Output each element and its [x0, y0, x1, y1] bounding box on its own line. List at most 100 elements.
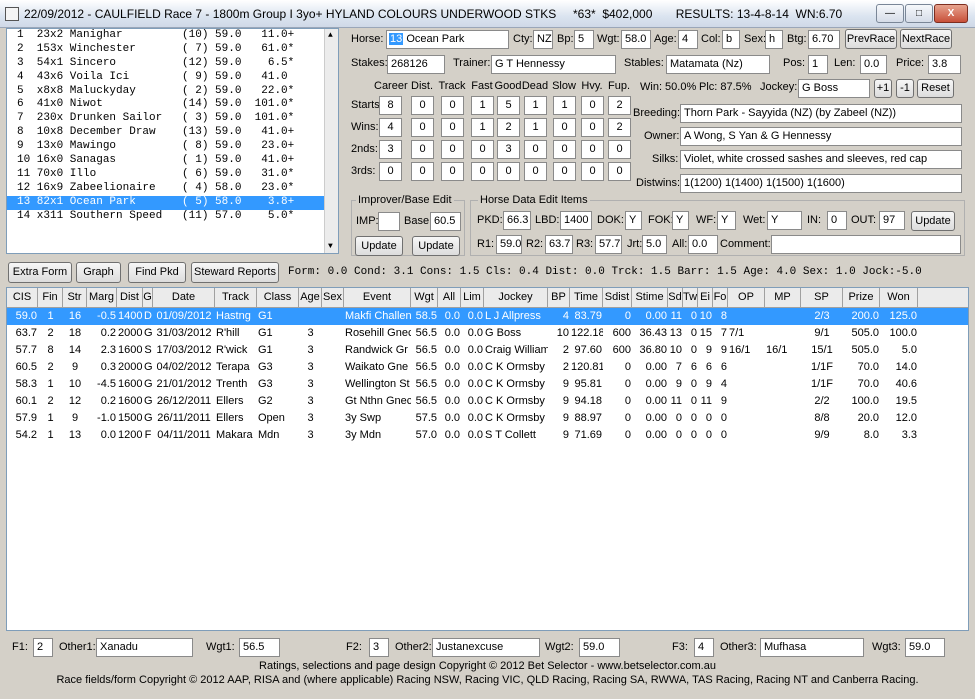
- scroll-down-icon[interactable]: ▼: [328, 242, 333, 251]
- pos-field[interactable]: 1: [808, 55, 828, 74]
- grid-column-header[interactable]: Sex: [322, 288, 344, 307]
- table-row[interactable]: 59.0 1 16 -0.5 1400 D 01/09/2012 Hastng G1 Makfi …: [7, 308, 968, 325]
- career-cell[interactable]: 4: [379, 118, 402, 137]
- runner-row[interactable]: 1 23x2 Manighar (10) 59.0 11.0+: [7, 29, 338, 43]
- next-race-button[interactable]: NextRace: [900, 29, 952, 49]
- stables-field[interactable]: Matamata (Nz): [666, 55, 770, 74]
- grid-column-header[interactable]: Prize: [843, 288, 880, 307]
- career-cell[interactable]: 2: [497, 118, 520, 137]
- grid-column-header[interactable]: Ei: [698, 288, 713, 307]
- runner-row[interactable]: 3 54x1 Sincero (12) 59.0 6.5*: [7, 57, 338, 71]
- col-field[interactable]: b: [722, 30, 740, 49]
- base-field[interactable]: 60.5: [430, 212, 461, 231]
- dok-field[interactable]: Y: [625, 211, 642, 230]
- grid-column-header[interactable]: Str: [63, 288, 87, 307]
- extra-form-button[interactable]: Extra Form: [8, 262, 72, 283]
- f3-field[interactable]: 4: [694, 638, 714, 657]
- career-cell[interactable]: 0: [581, 162, 604, 181]
- scroll-up-icon[interactable]: ▲: [328, 31, 333, 40]
- trainer-field[interactable]: G T Hennessy: [491, 55, 616, 74]
- minimize-button[interactable]: —: [876, 4, 904, 23]
- jockey-minus-button[interactable]: -1: [896, 79, 914, 98]
- grid-column-header[interactable]: Time: [570, 288, 603, 307]
- grid-column-header[interactable]: Date: [153, 288, 215, 307]
- bp-field[interactable]: 5: [574, 30, 594, 49]
- maximize-button[interactable]: □: [905, 4, 933, 23]
- career-cell[interactable]: 0: [524, 162, 547, 181]
- career-cell[interactable]: 8: [379, 96, 402, 115]
- r2-field[interactable]: 63.7: [545, 235, 573, 254]
- price-field[interactable]: 3.8: [928, 55, 961, 74]
- other1-field[interactable]: Xanadu: [96, 638, 193, 657]
- runner-row[interactable]: 10 16x0 Sanagas ( 1) 59.0 41.0+: [7, 154, 338, 168]
- career-cell[interactable]: 0: [411, 162, 434, 181]
- r1-field[interactable]: 59.0: [496, 235, 522, 254]
- table-row[interactable]: 60.1 2 12 0.2 1600 G 26/12/2011 Ellers G2 3 Gt Nth…: [7, 393, 968, 410]
- prev-race-button[interactable]: PrevRace: [845, 29, 897, 49]
- horse-data-update-button[interactable]: Update: [911, 211, 955, 231]
- reset-button[interactable]: Reset: [917, 79, 954, 98]
- career-cell[interactable]: 1: [471, 118, 494, 137]
- f2-field[interactable]: 3: [369, 638, 389, 657]
- runner-row[interactable]: 5 x8x8 Maluckyday ( 2) 59.0 22.0*: [7, 85, 338, 99]
- lbd-field[interactable]: 1400: [560, 211, 592, 230]
- improver-update-button[interactable]: Update: [355, 236, 403, 256]
- grid-column-header[interactable]: CIS: [7, 288, 38, 307]
- pkd-field[interactable]: 66.3: [503, 211, 531, 230]
- runner-row[interactable]: 14 x311 Southern Speed (11) 57.0 5.0*: [7, 210, 338, 224]
- steward-reports-button[interactable]: Steward Reports: [191, 262, 279, 283]
- grid-column-header[interactable]: Fin: [38, 288, 63, 307]
- runner-row[interactable]: 11 70x0 Illo ( 6) 59.0 31.0*: [7, 168, 338, 182]
- career-cell[interactable]: 0: [608, 162, 631, 181]
- career-cell[interactable]: 0: [524, 140, 547, 159]
- career-cell[interactable]: 5: [497, 96, 520, 115]
- imp-field[interactable]: [378, 212, 400, 231]
- f1-field[interactable]: 2: [33, 638, 53, 657]
- career-cell[interactable]: 0: [581, 118, 604, 137]
- graph-button[interactable]: Graph: [76, 262, 121, 283]
- table-row[interactable]: 60.5 2 9 0.3 2000 G 04/02/2012 Terapa G3 3 Waikato…: [7, 359, 968, 376]
- table-row[interactable]: 54.2 1 13 0.0 1200 F 04/11/2011 Makara Mdn 3 3y Md…: [7, 427, 968, 444]
- table-row[interactable]: 57.7 8 14 2.3 1600 S 17/03/2012 R'wick G1 3 Randwi…: [7, 342, 968, 359]
- career-cell[interactable]: 0: [553, 162, 576, 181]
- grid-column-header[interactable]: Tw: [683, 288, 698, 307]
- grid-column-header[interactable]: SP: [801, 288, 843, 307]
- career-cell[interactable]: 0: [411, 96, 434, 115]
- career-cell[interactable]: 0: [441, 96, 464, 115]
- career-cell[interactable]: 3: [379, 140, 402, 159]
- runner-list[interactable]: 1 23x2 Manighar (10) 59.0 11.0+ 2 153x Wi…: [6, 28, 339, 254]
- cty-field[interactable]: NZ: [533, 30, 553, 49]
- career-cell[interactable]: 1: [524, 118, 547, 137]
- career-cell[interactable]: 2: [608, 96, 631, 115]
- table-row[interactable]: 58.3 1 10 -4.5 1600 G 21/01/2012 Trenth G3 3 Welli…: [7, 376, 968, 393]
- runner-row[interactable]: 9 13x0 Mawingo ( 8) 59.0 23.0+: [7, 140, 338, 154]
- age-field[interactable]: 4: [678, 30, 698, 49]
- career-cell[interactable]: 0: [581, 140, 604, 159]
- grid-column-header[interactable]: G: [143, 288, 153, 307]
- close-button[interactable]: X: [934, 4, 968, 23]
- career-cell[interactable]: 0: [379, 162, 402, 181]
- career-cell[interactable]: 0: [553, 140, 576, 159]
- in-field[interactable]: 0: [827, 211, 847, 230]
- other2-field[interactable]: Justanexcuse: [432, 638, 540, 657]
- jrt-field[interactable]: 5.0: [642, 235, 667, 254]
- grid-column-header[interactable]: All: [438, 288, 461, 307]
- distwins-field[interactable]: 1(1200) 1(1400) 1(1500) 1(1600): [680, 174, 962, 193]
- grid-column-header[interactable]: Marg: [87, 288, 117, 307]
- career-cell[interactable]: 0: [441, 118, 464, 137]
- career-cell[interactable]: 1: [524, 96, 547, 115]
- stakes-field[interactable]: 268126: [387, 55, 445, 74]
- grid-column-header[interactable]: Sd: [668, 288, 683, 307]
- runner-row[interactable]: 4 43x6 Voila Ici ( 9) 59.0 41.0: [7, 71, 338, 85]
- form-grid[interactable]: CIS Fin Str Marg Dist G Date Track Class Age Sex Ev…: [6, 287, 969, 631]
- horse-field[interactable]: 13 Ocean Park: [386, 30, 509, 49]
- grid-column-header[interactable]: Won: [880, 288, 918, 307]
- grid-column-header[interactable]: Event: [344, 288, 411, 307]
- jockey-plus-button[interactable]: +1: [874, 79, 892, 98]
- career-cell[interactable]: 0: [608, 140, 631, 159]
- wet-field[interactable]: Y: [767, 211, 802, 230]
- career-cell[interactable]: 3: [497, 140, 520, 159]
- all-field[interactable]: 0.0: [688, 235, 718, 254]
- grid-column-header[interactable]: Age: [299, 288, 322, 307]
- grid-column-header[interactable]: MP: [765, 288, 801, 307]
